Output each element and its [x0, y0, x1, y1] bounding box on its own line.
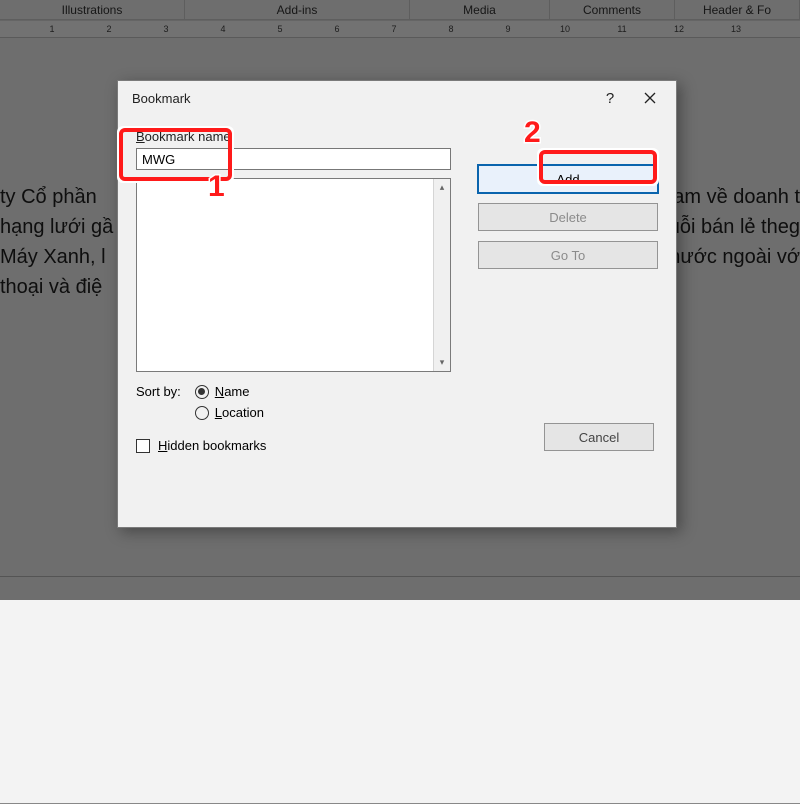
- bookmark-name-input[interactable]: [136, 148, 451, 170]
- ruler-tick: 10: [557, 21, 573, 37]
- doc-text: am về doanh t: [673, 182, 800, 213]
- radio-checked-icon: [195, 385, 209, 399]
- scroll-up-icon[interactable]: ▴: [434, 179, 451, 196]
- radio-unchecked-icon: [195, 406, 209, 420]
- ruler-tick: 5: [272, 21, 288, 37]
- list-scrollbar[interactable]: ▴ ▾: [433, 179, 450, 371]
- doc-text: Máy Xanh, l: [0, 242, 106, 273]
- doc-text: uỗi bán lẻ theg: [669, 212, 800, 243]
- add-button[interactable]: Add: [478, 165, 658, 193]
- hidden-bookmarks-checkbox[interactable]: [136, 439, 150, 453]
- ribbon-group-illustrations[interactable]: Illustrations: [0, 0, 185, 19]
- ribbon-groups: Illustrations Add-ins Media Comments Hea…: [0, 0, 800, 20]
- hidden-bookmarks-label: Hidden bookmarks: [158, 438, 266, 453]
- ruler-tick: 12: [671, 21, 687, 37]
- ribbon-group-header-footer[interactable]: Header & Fo: [675, 0, 800, 19]
- dialog-title: Bookmark: [132, 91, 590, 106]
- scroll-down-icon[interactable]: ▾: [434, 354, 451, 371]
- ruler-tick: 11: [614, 21, 630, 37]
- ruler-tick: 4: [215, 21, 231, 37]
- ruler-tick: 2: [101, 21, 117, 37]
- bookmark-dialog: Bookmark ? Bookmark name: ▴ ▾ Add Delete…: [117, 80, 677, 528]
- ruler-tick: 13: [728, 21, 744, 37]
- ribbon-group-comments[interactable]: Comments: [550, 0, 675, 19]
- bookmark-name-label: Bookmark name:: [136, 129, 658, 144]
- ruler-tick: 8: [443, 21, 459, 37]
- doc-text: thoại và điệ: [0, 272, 102, 303]
- doc-text: ty Cổ phần: [0, 182, 118, 213]
- ruler-tick: 7: [386, 21, 402, 37]
- sort-location-radio[interactable]: Location: [195, 405, 264, 420]
- ruler-tick: 3: [158, 21, 174, 37]
- ribbon-group-addins[interactable]: Add-ins: [185, 0, 410, 19]
- ruler-tick: 6: [329, 21, 345, 37]
- close-button[interactable]: [630, 84, 670, 112]
- sort-by-label: Sort by:: [136, 384, 181, 420]
- bookmark-list[interactable]: ▴ ▾: [136, 178, 451, 372]
- dialog-titlebar[interactable]: Bookmark ?: [118, 81, 676, 115]
- sort-name-radio[interactable]: Name: [195, 384, 264, 399]
- horizontal-ruler[interactable]: 1 2 3 4 5 6 7 8 9 10 11 12 13: [0, 20, 800, 38]
- doc-text: nước ngoài vớ: [669, 242, 800, 273]
- doc-text: hạng lưới gầ: [0, 212, 113, 243]
- ribbon-group-media[interactable]: Media: [410, 0, 550, 19]
- help-button[interactable]: ?: [590, 84, 630, 112]
- ruler-tick: 9: [500, 21, 516, 37]
- close-icon: [644, 92, 656, 104]
- ruler-tick: 1: [44, 21, 60, 37]
- delete-button: Delete: [478, 203, 658, 231]
- goto-button: Go To: [478, 241, 658, 269]
- doc-divider: [0, 576, 800, 577]
- cancel-button[interactable]: Cancel: [544, 423, 654, 451]
